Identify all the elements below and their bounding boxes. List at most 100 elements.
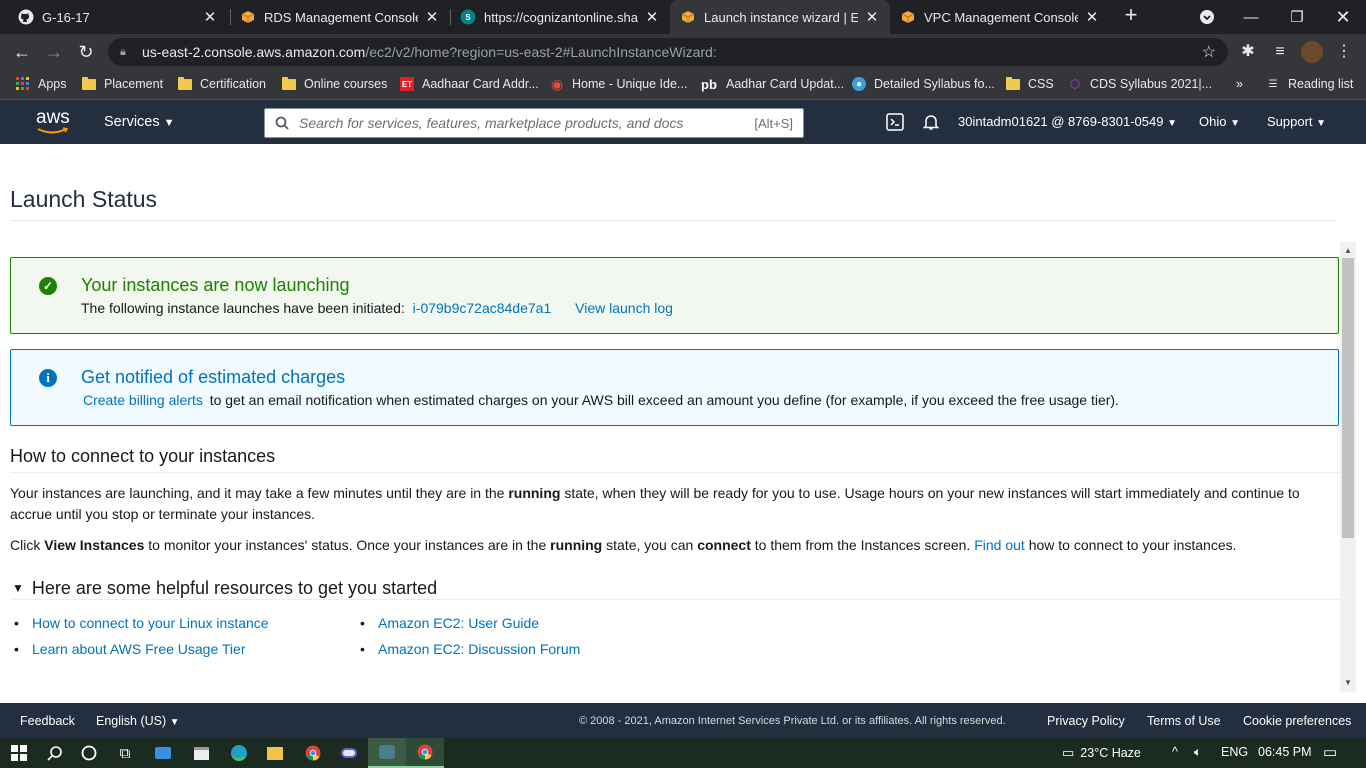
tab-sharepoint[interactable]: S https://cognizantonline.share ✕ bbox=[450, 0, 670, 34]
chrome-active-icon[interactable] bbox=[406, 738, 444, 768]
text-bold: running bbox=[508, 485, 561, 501]
aws-top-navigation: aws Services ▼ [Alt+S] 30intadm01621 @ 8… bbox=[0, 100, 1366, 144]
ec2-forum-link[interactable]: Amazon EC2: Discussion Forum bbox=[378, 641, 580, 657]
success-heading: Your instances are now launching bbox=[81, 275, 350, 295]
profile-avatar[interactable] bbox=[1300, 40, 1324, 64]
aws-logo[interactable]: aws bbox=[36, 108, 72, 136]
tab-launch-wizard[interactable]: Launch instance wizard | EC2 ✕ bbox=[670, 0, 890, 34]
cloudshell-icon[interactable] bbox=[886, 113, 904, 134]
cookie-preferences-link[interactable]: Cookie preferences bbox=[1243, 714, 1351, 728]
close-window-button[interactable]: ✕ bbox=[1320, 0, 1366, 34]
tab-search-icon[interactable] bbox=[1184, 0, 1230, 34]
ec2-user-guide-link[interactable]: Amazon EC2: User Guide bbox=[378, 615, 539, 631]
mail-icon[interactable] bbox=[144, 738, 182, 768]
notification-center-icon[interactable]: ▭ bbox=[1323, 743, 1337, 761]
support-menu[interactable]: Support ▼ bbox=[1267, 114, 1326, 129]
minimize-button[interactable]: — bbox=[1228, 0, 1274, 34]
close-icon[interactable]: ✕ bbox=[424, 8, 440, 26]
edge-icon[interactable] bbox=[220, 738, 258, 768]
bookmark-cds-syllabus[interactable]: ⬡ CDS Syllabus 2021|... bbox=[1068, 70, 1212, 98]
tab-vpc[interactable]: VPC Management Console ✕ bbox=[890, 0, 1110, 34]
scroll-up-icon[interactable]: ▲ bbox=[1340, 244, 1356, 258]
active-app-icon[interactable] bbox=[368, 738, 406, 768]
file-explorer-icon[interactable] bbox=[256, 738, 294, 768]
chrome-icon[interactable] bbox=[294, 738, 332, 768]
bookmark-label: CSS bbox=[1028, 77, 1054, 91]
more-bookmarks-icon[interactable]: » bbox=[1236, 70, 1243, 98]
reload-button[interactable]: ↻ bbox=[74, 40, 98, 64]
windows-start-icon[interactable] bbox=[0, 738, 38, 768]
scroll-down-icon[interactable]: ▼ bbox=[1340, 676, 1356, 690]
weather-widget[interactable]: ▭ 23°C Haze bbox=[1062, 745, 1141, 761]
task-view-icon[interactable]: ⧉ bbox=[106, 738, 144, 768]
instance-id-link[interactable]: i-079b9c72ac84de7a1 bbox=[413, 300, 552, 316]
address-bar[interactable]: 🔒︎ us-east-2.console.aws.amazon.com/ec2/… bbox=[108, 38, 1228, 66]
scrollbar-thumb[interactable] bbox=[1342, 258, 1354, 538]
text-bold: connect bbox=[697, 537, 751, 553]
success-alert: ✓ Your instances are now launching The f… bbox=[10, 257, 1339, 334]
region-menu[interactable]: Ohio ▼ bbox=[1199, 114, 1240, 129]
bookmark-certification[interactable]: Certification bbox=[178, 70, 266, 98]
url-host: us-east-2.console.aws.amazon.com bbox=[142, 44, 366, 60]
clock[interactable]: 06:45 PM bbox=[1258, 745, 1312, 759]
terms-of-use-link[interactable]: Terms of Use bbox=[1147, 714, 1221, 728]
cortana-icon[interactable] bbox=[70, 738, 108, 768]
input-language[interactable]: ENG bbox=[1221, 745, 1248, 759]
back-button[interactable]: ← bbox=[10, 40, 34, 64]
search-icon[interactable] bbox=[36, 738, 74, 768]
bookmark-aadhaar-address[interactable]: ET Aadhaar Card Addr... bbox=[400, 70, 539, 98]
bookmark-uidai-home[interactable]: ◉ Home - Unique Ide... bbox=[550, 70, 687, 98]
tab-rds[interactable]: RDS Management Console ✕ bbox=[230, 0, 450, 34]
services-menu[interactable]: Services ▼ bbox=[104, 114, 175, 130]
resource-item: • Amazon EC2: User Guide bbox=[360, 615, 540, 631]
close-icon[interactable]: ✕ bbox=[202, 8, 218, 26]
language-selector[interactable]: English (US) ▼ bbox=[96, 714, 180, 728]
aws-box-icon bbox=[240, 9, 256, 25]
privacy-policy-link[interactable]: Privacy Policy bbox=[1047, 714, 1125, 728]
scrollbar[interactable]: ▲ ▼ bbox=[1340, 242, 1356, 692]
view-launch-log-link[interactable]: View launch log bbox=[575, 300, 673, 316]
caret-down-icon: ▼ bbox=[163, 117, 175, 129]
restore-button[interactable]: ❐ bbox=[1274, 0, 1320, 34]
tab-title: Launch instance wizard | EC2 bbox=[704, 9, 858, 25]
create-billing-alerts-link[interactable]: Create billing alerts bbox=[83, 392, 203, 408]
bookmark-placement[interactable]: Placement bbox=[82, 70, 163, 98]
folder-icon bbox=[82, 76, 96, 91]
new-tab-button[interactable]: + bbox=[1119, 4, 1143, 28]
free-tier-link[interactable]: Learn about AWS Free Usage Tier bbox=[32, 641, 245, 657]
extensions-icon[interactable]: ✱ bbox=[1236, 40, 1260, 64]
tray-chevron-icon[interactable]: ^ bbox=[1172, 745, 1178, 759]
close-icon[interactable]: ✕ bbox=[644, 8, 660, 26]
connect-linux-link[interactable]: How to connect to your Linux instance bbox=[32, 615, 269, 631]
bookmark-star-icon[interactable]: ☆ bbox=[1202, 42, 1216, 62]
bookmark-online-courses[interactable]: Online courses bbox=[282, 70, 387, 98]
close-icon[interactable]: ✕ bbox=[864, 8, 880, 26]
close-icon[interactable]: ✕ bbox=[1084, 8, 1100, 26]
store-icon[interactable] bbox=[182, 738, 220, 768]
success-text: The following instance launches have bee… bbox=[81, 300, 405, 316]
forward-button[interactable]: → bbox=[42, 40, 66, 64]
reading-list-button[interactable]: ☰ Reading list bbox=[1266, 70, 1354, 98]
bookmark-css[interactable]: CSS bbox=[1006, 70, 1054, 98]
text: Click bbox=[10, 537, 41, 553]
windows-taskbar: ⧉ ▭ 23°C Haze ^ 🔈︎ ENG 06:45 PM ▭ bbox=[0, 738, 1366, 768]
wifi-logo-icon: ◉ bbox=[550, 75, 564, 92]
app-icon[interactable] bbox=[330, 738, 368, 768]
feedback-button[interactable]: Feedback bbox=[20, 714, 75, 728]
menu-icon[interactable]: ⋮ bbox=[1332, 40, 1356, 64]
find-out-link[interactable]: Find out bbox=[974, 537, 1025, 553]
resources-toggle[interactable]: ▼ Here are some helpful resources to get … bbox=[12, 578, 437, 599]
volume-icon[interactable]: 🔈︎ bbox=[1194, 745, 1202, 760]
resource-item: • Learn about AWS Free Usage Tier bbox=[14, 641, 246, 657]
connect-heading: How to connect to your instances bbox=[10, 446, 276, 466]
search-box[interactable]: [Alt+S] bbox=[264, 108, 804, 138]
account-menu[interactable]: 30intadm01621 @ 8769-8301-0549 ▼ bbox=[958, 114, 1177, 129]
bookmark-syllabus[interactable]: ● Detailed Syllabus fo... bbox=[852, 70, 995, 98]
bookmark-apps[interactable]: Apps bbox=[16, 70, 67, 98]
tab-github[interactable]: G-16-17 ✕ bbox=[8, 0, 228, 34]
bookmark-label: CDS Syllabus 2021|... bbox=[1090, 77, 1213, 91]
notifications-bell-icon[interactable] bbox=[922, 113, 940, 134]
search-input[interactable] bbox=[299, 110, 755, 136]
bookmark-aadhar-update[interactable]: pb Aadhar Card Updat... bbox=[700, 70, 844, 98]
media-icon[interactable]: ≡ bbox=[1268, 40, 1292, 64]
